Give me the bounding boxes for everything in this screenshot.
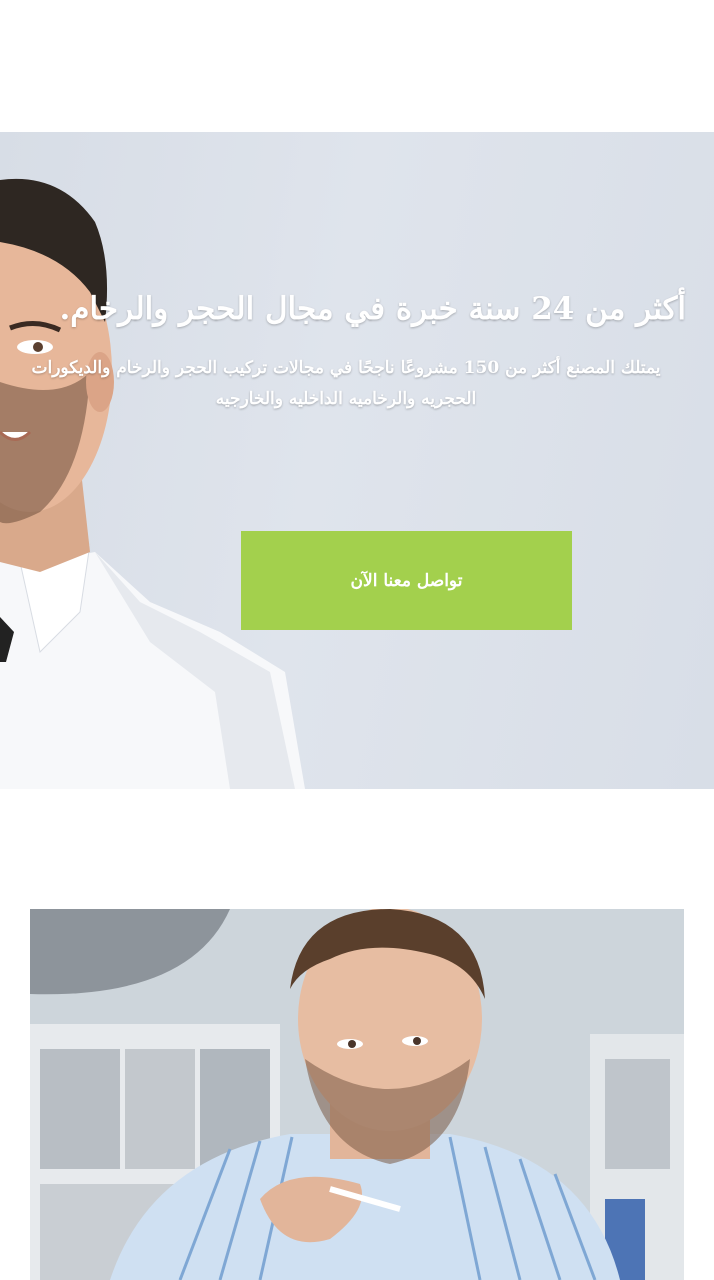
office-man-photo (30, 909, 684, 1280)
hero-subtitle: يمتلك المصنع أكثر من 150 مشروعًا ناجحًا … (31, 358, 661, 409)
hero-portrait-image (0, 132, 310, 789)
hero-banner: أكثر من 24 سنة خبرة في مجال الحجر والرخا… (0, 132, 714, 789)
hero-text-block: أكثر من 24 سنة خبرة في مجال الحجر والرخا… (6, 287, 686, 415)
hero-title: أكثر من 24 سنة خبرة في مجال الحجر والرخا… (59, 291, 687, 327)
contact-now-button[interactable]: تواصل معنا الآن (241, 531, 572, 630)
